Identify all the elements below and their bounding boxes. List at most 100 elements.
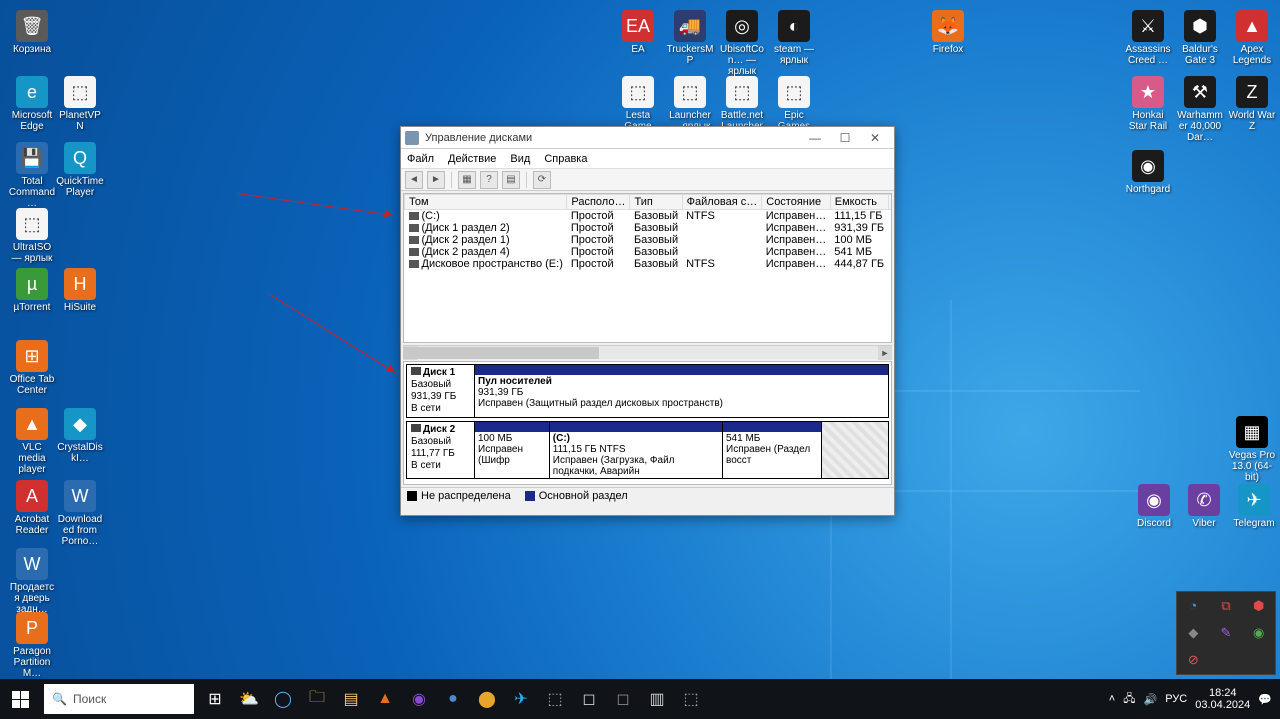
taskbar-app[interactable]: ●: [436, 679, 470, 719]
desktop-icon[interactable]: ⚒ Warhammer 40,000 Dar…: [1176, 76, 1224, 143]
desktop-icon[interactable]: ▲ VLC media player: [8, 408, 56, 475]
desktop-icon[interactable]: ⚔ Assassins Creed …: [1124, 10, 1172, 66]
scroll-thumb[interactable]: [403, 347, 599, 359]
desktop-icon[interactable]: P Paragon Partition M…: [8, 612, 56, 679]
tray-icon[interactable]: ⊘: [1177, 647, 1210, 674]
partition[interactable]: 541 МБИсправен (Раздел восст: [723, 422, 822, 478]
taskbar-clock[interactable]: 18:24 03.04.2024: [1195, 687, 1250, 711]
tray-chevron-icon[interactable]: ˄: [1109, 693, 1115, 705]
desktop-icon[interactable]: W Downloaded from Porno…: [56, 480, 104, 547]
desktop-icon[interactable]: ⬚ Launcher — ярлык: [666, 76, 714, 132]
desktop-icon[interactable]: ✈ Telegram: [1230, 484, 1278, 529]
volume-list[interactable]: ТомРасполо…ТипФайловая с…СостояниеЕмкост…: [403, 193, 892, 343]
taskbar-app[interactable]: ◯: [266, 679, 300, 719]
desktop-icon[interactable]: ✆ Viber: [1180, 484, 1228, 529]
column-header[interactable]: Файловая с…: [682, 195, 762, 210]
taskbar-explorer[interactable]: 🗀: [300, 679, 334, 719]
volume-row[interactable]: (Диск 1 раздел 2) ПростойБазовый Исправе…: [405, 222, 893, 234]
toolbar-btn-4[interactable]: ⟳: [533, 171, 551, 189]
volume-row[interactable]: Дисковое пространство (E:) ПростойБазовы…: [405, 258, 893, 270]
taskbar-weather[interactable]: ⛅: [232, 679, 266, 719]
desktop-icon[interactable]: ◉ Discord: [1130, 484, 1178, 529]
toolbar-btn-3[interactable]: ▤: [502, 171, 520, 189]
partition[interactable]: (C:)111,15 ГБ NTFSИсправен (Загрузка, Фа…: [550, 422, 723, 478]
close-button[interactable]: ✕: [860, 128, 890, 148]
desktop-icon[interactable]: ◐ steam — ярлык: [770, 10, 818, 66]
desktop-icon[interactable]: ⬢ Baldur's Gate 3: [1176, 10, 1224, 66]
desktop-icon[interactable]: e Microsoft Edge: [8, 76, 56, 132]
volume-row[interactable]: (Диск 2 раздел 4) ПростойБазовый Исправе…: [405, 246, 893, 258]
toolbar-btn-1[interactable]: ▦: [458, 171, 476, 189]
volume-row[interactable]: (Диск 2 раздел 1) ПростойБазовый Исправе…: [405, 234, 893, 246]
desktop-icon[interactable]: 🚚 TruckersMP: [666, 10, 714, 66]
tray-icon[interactable]: ⬢: [1242, 592, 1275, 619]
tray-icon[interactable]: ◆: [1177, 619, 1210, 646]
partition-unallocated[interactable]: [822, 422, 888, 478]
disk-header[interactable]: Диск 1 Базовый931,39 ГБВ сети: [407, 365, 475, 417]
desktop-icon[interactable]: ◎ UbisoftCon… — ярлык: [718, 10, 766, 77]
taskbar-app[interactable]: ✈: [504, 679, 538, 719]
desktop-icon[interactable]: Z World War Z: [1228, 76, 1276, 132]
tray-volume-icon[interactable]: 🔊: [1144, 693, 1158, 706]
partition[interactable]: Пул носителей931,39 ГБИсправен (Защитный…: [475, 365, 888, 417]
partition[interactable]: 100 МБИсправен (Шифр: [475, 422, 550, 478]
desktop-icon[interactable]: 🦊 Firefox: [924, 10, 972, 55]
tray-icon[interactable]: ⧉: [1210, 592, 1243, 619]
desktop-icon[interactable]: ▦ Vegas Pro 13.0 (64-bit): [1228, 416, 1276, 483]
tray-icon[interactable]: ◉: [1242, 619, 1275, 646]
disk-header[interactable]: Диск 2 Базовый111,77 ГБВ сети: [407, 422, 475, 478]
desktop-icon[interactable]: µ µTorrent: [8, 268, 56, 313]
nav-fwd-button[interactable]: ►: [427, 171, 445, 189]
column-header[interactable]: Располо…: [567, 195, 630, 210]
menu-action[interactable]: Действие: [448, 153, 496, 165]
tray-overflow-panel[interactable]: ◔ ⧉ ⬢ ◆ ✎ ◉ ⊘: [1176, 591, 1276, 675]
disk-row[interactable]: Диск 1 Базовый931,39 ГБВ сети Пул носите…: [406, 364, 889, 418]
notifications-icon[interactable]: 💬: [1258, 693, 1272, 706]
scroll-right-icon[interactable]: ►: [878, 346, 892, 360]
maximize-button[interactable]: ☐: [830, 128, 860, 148]
desktop-icon[interactable]: H HiSuite: [56, 268, 104, 313]
column-header[interactable]: Том: [405, 195, 567, 210]
column-header[interactable]: Свободн…: [888, 195, 892, 210]
desktop-icon[interactable]: ⬚ PlanetVPN: [56, 76, 104, 132]
taskbar-app[interactable]: ◻: [572, 679, 606, 719]
desktop-icon[interactable]: ▲ Apex Legends: [1228, 10, 1276, 66]
toolbar-btn-2[interactable]: ?: [480, 171, 498, 189]
desktop-icon[interactable]: W Продается дверь задн…: [8, 548, 56, 615]
disk-row[interactable]: Диск 2 Базовый111,77 ГБВ сети 100 МБИспр…: [406, 421, 889, 479]
column-header[interactable]: Тип: [630, 195, 682, 210]
disk-graphical-view[interactable]: Диск 1 Базовый931,39 ГБВ сети Пул носите…: [403, 361, 892, 485]
nav-back-button[interactable]: ◄: [405, 171, 423, 189]
list-scrollbar-h[interactable]: ◄ ►: [403, 345, 892, 359]
desktop-icon[interactable]: A Acrobat Reader: [8, 480, 56, 536]
titlebar[interactable]: Управление дисками — ☐ ✕: [401, 127, 894, 149]
desktop-icon[interactable]: Q QuickTime Player: [56, 142, 104, 198]
desktop-icon[interactable]: ⬚ Battle.net Launcher: [718, 76, 766, 132]
desktop-icon[interactable]: ◉ Northgard: [1124, 150, 1172, 195]
desktop-icon[interactable]: ⬚ UltraISO — ярлык: [8, 208, 56, 264]
desktop-icon[interactable]: ★ Honkai Star Rail: [1124, 76, 1172, 132]
system-tray[interactable]: ˄ 🖧 🔊 РУС 18:24 03.04.2024 💬: [1101, 687, 1280, 711]
menu-help[interactable]: Справка: [544, 153, 587, 165]
column-header[interactable]: Состояние: [762, 195, 831, 210]
taskbar-app[interactable]: ▥: [640, 679, 674, 719]
taskbar-app[interactable]: ⬚: [674, 679, 708, 719]
tray-network-icon[interactable]: 🖧: [1123, 690, 1135, 709]
taskbar-app[interactable]: ▲: [368, 679, 402, 719]
search-box[interactable]: 🔍 Поиск: [44, 684, 194, 714]
taskbar-app[interactable]: ◉: [402, 679, 436, 719]
task-view-button[interactable]: ⊞: [198, 679, 232, 719]
taskbar-app[interactable]: ⬚: [538, 679, 572, 719]
desktop-icon[interactable]: 💾 Total Command…: [8, 142, 56, 209]
taskbar-app[interactable]: ◻: [606, 679, 640, 719]
tray-icon[interactable]: ◔: [1177, 592, 1210, 619]
start-button[interactable]: [0, 679, 40, 719]
volume-row[interactable]: (C:) ПростойБазовыйNTFS Исправен…111,15 …: [405, 210, 893, 223]
column-header[interactable]: Емкость: [830, 195, 888, 210]
desktop-icon[interactable]: 🗑 Корзина: [8, 10, 56, 55]
desktop-icon[interactable]: EA EA: [614, 10, 662, 55]
minimize-button[interactable]: —: [800, 128, 830, 148]
tray-lang[interactable]: РУС: [1165, 693, 1187, 705]
desktop-icon[interactable]: ◆ CrystalDiskI…: [56, 408, 104, 464]
taskbar-app[interactable]: ⬤: [470, 679, 504, 719]
